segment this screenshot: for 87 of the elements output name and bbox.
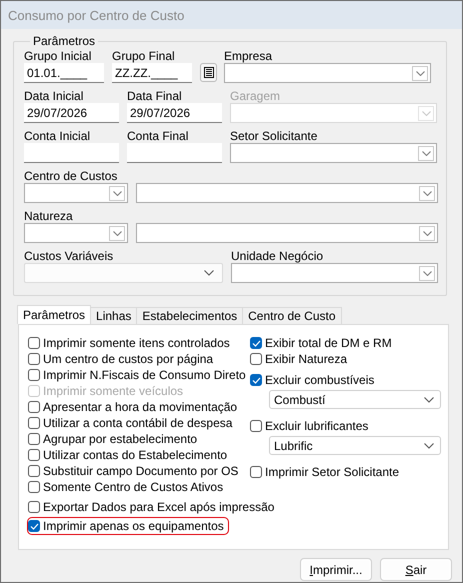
checkbox-label[interactable]: Excluir combustíveis bbox=[265, 373, 374, 387]
checkbox[interactable] bbox=[250, 466, 262, 478]
tab[interactable]: Centro de Custo bbox=[242, 307, 342, 324]
chevron-icon bbox=[422, 110, 430, 116]
dropdown-button[interactable] bbox=[419, 186, 435, 200]
checkbox[interactable] bbox=[28, 449, 40, 461]
tab[interactable]: Parâmetros bbox=[17, 305, 92, 324]
dropdown-field[interactable] bbox=[24, 263, 223, 283]
field-label: Data Final bbox=[127, 89, 182, 103]
dropdown-field[interactable]: Combustí bbox=[269, 390, 441, 409]
chevron-icon bbox=[416, 70, 424, 76]
dropdown-button[interactable] bbox=[419, 266, 435, 280]
dialog-button[interactable]: Imprimir... bbox=[300, 558, 372, 581]
field-label: Natureza bbox=[24, 209, 73, 223]
input-field[interactable]: 29/07/2026 bbox=[127, 103, 222, 123]
checkbox-label[interactable]: Imprimir Setor Solicitante bbox=[265, 465, 400, 479]
field-label: Centro de Custos bbox=[24, 169, 118, 183]
dropdown-button[interactable] bbox=[419, 226, 435, 240]
checkbox-label[interactable]: Imprimir apenas os equipamentos bbox=[43, 519, 224, 533]
checkbox[interactable] bbox=[28, 501, 40, 513]
checkbox[interactable] bbox=[28, 481, 40, 493]
checkbox-label[interactable]: Exibir Natureza bbox=[265, 352, 348, 366]
field-label: Data Inicial bbox=[24, 89, 84, 103]
dropdown-button[interactable] bbox=[109, 186, 125, 200]
checkbox-label[interactable]: Somente Centro de Custos Ativos bbox=[43, 480, 224, 494]
dropdown-button[interactable] bbox=[418, 146, 434, 160]
field-label: Unidade Negócio bbox=[231, 249, 324, 263]
checkbox-label[interactable]: Um centro de custos por página bbox=[43, 352, 214, 366]
checkbox-label[interactable]: Utilizar a conta contábil de despesa bbox=[43, 416, 232, 430]
field-label: Grupo Final bbox=[112, 49, 175, 63]
checkbox-label[interactable]: Imprimir somente itens controlados bbox=[43, 336, 230, 350]
chevron-icon bbox=[422, 150, 430, 156]
checkbox-label[interactable]: Substituir campo Documento por OS bbox=[43, 464, 238, 478]
chevron-icon bbox=[112, 230, 122, 236]
checkbox[interactable] bbox=[28, 417, 40, 429]
checkbox[interactable] bbox=[28, 433, 40, 445]
field-label: Conta Inicial bbox=[24, 129, 90, 143]
checkbox-label[interactable]: Exibir total de DM e RM bbox=[265, 336, 392, 350]
chevron-icon bbox=[424, 396, 434, 402]
chevron-icon bbox=[422, 190, 432, 196]
list-icon bbox=[204, 67, 214, 78]
checkbox[interactable] bbox=[28, 401, 40, 413]
input-field[interactable]: 29/07/2026 bbox=[24, 103, 119, 123]
checkbox[interactable] bbox=[28, 465, 40, 477]
checkbox[interactable] bbox=[250, 374, 262, 386]
checkbox[interactable] bbox=[250, 420, 262, 432]
input-field[interactable] bbox=[127, 143, 222, 163]
checkbox[interactable] bbox=[28, 337, 40, 349]
checkbox-label[interactable]: Imprimir N.Fiscais de Consumo Direto bbox=[43, 368, 246, 382]
field-label: Setor Solicitante bbox=[230, 129, 318, 143]
checkbox[interactable] bbox=[28, 369, 40, 381]
chevron-icon bbox=[204, 270, 214, 276]
checkbox[interactable] bbox=[28, 520, 40, 532]
combo-box[interactable] bbox=[231, 263, 438, 283]
group-title: Parâmetros bbox=[32, 34, 96, 48]
chevron-icon bbox=[422, 230, 432, 236]
dialog-button[interactable]: Sair bbox=[380, 558, 452, 581]
checkbox-label[interactable]: Utilizar contas do Estabelecimento bbox=[43, 448, 228, 462]
chevron-icon bbox=[424, 442, 434, 448]
field-label: Garagem bbox=[230, 89, 280, 103]
combo-box[interactable] bbox=[24, 223, 128, 243]
dropdown-button[interactable] bbox=[109, 226, 125, 240]
dropdown-button[interactable] bbox=[412, 66, 428, 80]
checkbox-label[interactable]: Exportar Dados para Excel após impressão bbox=[43, 500, 274, 514]
field-label: Conta Final bbox=[127, 129, 188, 143]
field-label: Custos Variáveis bbox=[24, 249, 114, 263]
input-field[interactable]: 01.01.____ bbox=[24, 63, 104, 83]
field-label: Empresa bbox=[224, 49, 272, 63]
list-button[interactable] bbox=[200, 63, 217, 82]
chevron-icon bbox=[112, 190, 122, 196]
input-field[interactable] bbox=[24, 143, 119, 163]
combo-box[interactable] bbox=[230, 143, 437, 163]
checkbox[interactable] bbox=[250, 353, 262, 365]
checkbox[interactable] bbox=[28, 353, 40, 365]
combo-box[interactable] bbox=[24, 183, 128, 203]
checkbox[interactable] bbox=[250, 337, 262, 349]
checkbox-label[interactable]: Agrupar por estabelecimento bbox=[43, 432, 198, 446]
field-label: Grupo Inicial bbox=[24, 49, 92, 63]
input-field[interactable]: ZZ.ZZ.____ bbox=[112, 63, 192, 83]
combo-box[interactable] bbox=[136, 183, 438, 203]
combo-box[interactable] bbox=[136, 223, 438, 243]
checkbox-label[interactable]: Excluir lubrificantes bbox=[265, 419, 368, 433]
combo-box[interactable] bbox=[224, 63, 431, 83]
window-title: Consumo por Centro de Custo bbox=[8, 8, 184, 22]
checkbox-label[interactable]: Apresentar a hora da movimentação bbox=[43, 400, 238, 414]
dropdown-field[interactable]: Lubrific bbox=[269, 436, 441, 455]
chevron-icon bbox=[422, 270, 432, 276]
